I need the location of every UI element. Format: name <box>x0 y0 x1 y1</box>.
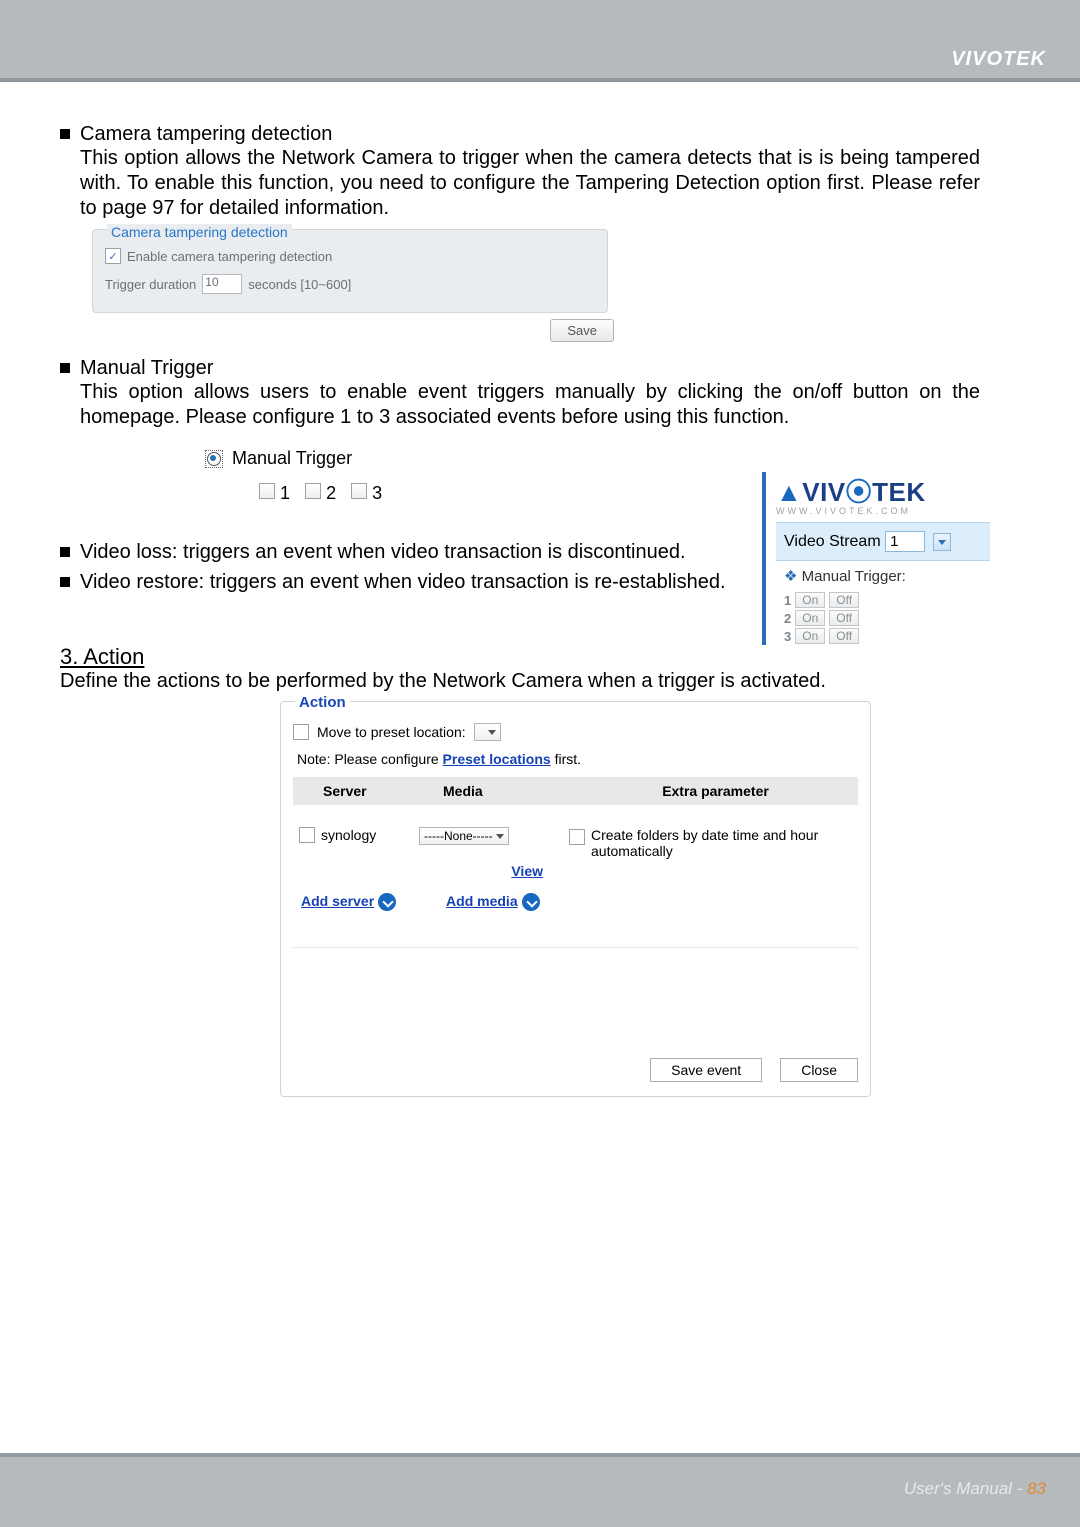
tampering-panel-title: Camera tampering detection <box>107 224 292 240</box>
manual-trigger-radio[interactable] <box>205 450 223 468</box>
trigger-duration-label: Trigger duration <box>105 277 196 292</box>
tampering-panel: Camera tampering detection ✓ Enable came… <box>92 229 608 313</box>
add-media-icon[interactable] <box>522 893 540 911</box>
chevron-down-icon <box>496 834 504 839</box>
action-table-header: Server Media Extra parameter <box>293 777 858 805</box>
mt-row-num: 2 <box>784 611 791 626</box>
add-server-icon[interactable] <box>378 893 396 911</box>
preset-locations-link[interactable]: Preset locations <box>443 751 551 767</box>
bullet-icon <box>60 577 70 587</box>
row-extra-checkbox[interactable] <box>569 829 585 845</box>
video-stream-select[interactable]: 1 <box>885 531 925 552</box>
action-description: Define the actions to be performed by th… <box>60 670 980 693</box>
mt1-off-button[interactable]: Off <box>829 592 859 608</box>
note-suffix: first. <box>551 751 581 767</box>
th-media: Media <box>443 777 573 805</box>
th-extra: Extra parameter <box>573 777 858 805</box>
chevron-down-icon[interactable] <box>933 533 951 551</box>
move-preset-checkbox[interactable] <box>293 724 309 740</box>
save-event-button[interactable]: Save event <box>650 1058 762 1082</box>
bullet-icon <box>60 547 70 557</box>
mt2-on-button[interactable]: On <box>795 610 825 626</box>
chevron-down-icon <box>488 730 496 735</box>
manual-trigger-section-label: ❖ Manual Trigger: <box>776 561 990 591</box>
vivotek-logo: ▲VIV⦿TEK <box>776 472 990 509</box>
bullet-icon <box>60 129 70 139</box>
section-title-tampering: Camera tampering detection <box>80 122 332 146</box>
mt-row-num: 1 <box>784 593 791 608</box>
video-loss-text: Video loss: triggers an event when video… <box>80 540 686 564</box>
mt-row-2: 2 On Off <box>776 609 990 627</box>
close-button[interactable]: Close <box>780 1058 858 1082</box>
row-media-value: -----None----- <box>424 829 493 843</box>
video-restore-text: Video restore: triggers an event when vi… <box>80 570 726 594</box>
enable-tampering-checkbox[interactable]: ✓ <box>105 248 121 264</box>
manual-trigger-radio-label: Manual Trigger <box>232 448 352 468</box>
preset-note: Note: Please configure Preset locations … <box>297 751 858 767</box>
row-extra-label: Create folders by date time and hour aut… <box>591 827 821 859</box>
vivotek-logo-sub: WWW.VIVOTEK.COM <box>776 506 990 516</box>
save-button[interactable]: Save <box>550 319 614 342</box>
table-row: synology -----None----- Create folders b… <box>293 827 858 859</box>
row-media-select[interactable]: -----None----- <box>419 827 509 845</box>
action-heading: 3. Action <box>60 644 980 670</box>
footer-text: User's Manual - 83 <box>904 1479 1046 1499</box>
bullet-icon <box>60 363 70 373</box>
sparkle-icon: ❖ <box>784 568 797 585</box>
mt1-on-button[interactable]: On <box>795 592 825 608</box>
video-stream-value: 1 <box>890 533 898 550</box>
action-table-body: synology -----None----- Create folders b… <box>293 805 858 948</box>
mt-row-num: 3 <box>784 629 791 644</box>
mt-row-3: 3 On Off <box>776 627 990 645</box>
move-preset-label: Move to preset location: <box>317 724 466 740</box>
video-stream-label: Video Stream <box>784 533 881 550</box>
row-server-name: synology <box>321 827 376 843</box>
row-server-checkbox[interactable] <box>299 827 315 843</box>
page-number: 83 <box>1027 1479 1046 1498</box>
view-link[interactable]: View <box>511 863 543 879</box>
trigger-duration-input[interactable]: 10 <box>202 274 242 294</box>
action-panel: Action Move to preset location: Note: Pl… <box>280 701 871 1097</box>
manual-check-2-label: 2 <box>326 483 336 503</box>
manual-check-2[interactable] <box>305 483 321 499</box>
header-band: VIVOTEK <box>0 0 1080 82</box>
homepage-widget: ▲VIV⦿TEK WWW.VIVOTEK.COM Video Stream 1 … <box>762 472 990 645</box>
mt3-on-button[interactable]: On <box>795 628 825 644</box>
note-prefix: Note: Please configure <box>297 751 443 767</box>
manual-description: This option allows users to enable event… <box>80 380 980 430</box>
tampering-description: This option allows the Network Camera to… <box>80 146 980 221</box>
manual-check-1[interactable] <box>259 483 275 499</box>
add-media-link[interactable]: Add media <box>446 893 518 909</box>
manual-check-3-label: 3 <box>372 483 382 503</box>
mt-row-1: 1 On Off <box>776 591 990 609</box>
trigger-duration-hint: seconds [10~600] <box>248 277 351 292</box>
action-panel-title: Action <box>295 694 350 711</box>
mt3-off-button[interactable]: Off <box>829 628 859 644</box>
manual-check-3[interactable] <box>351 483 367 499</box>
enable-tampering-label: Enable camera tampering detection <box>127 249 332 264</box>
th-server: Server <box>293 777 443 805</box>
video-stream-row: Video Stream 1 <box>776 522 990 561</box>
move-preset-select[interactable] <box>474 723 502 741</box>
manual-check-1-label: 1 <box>280 483 290 503</box>
mt-label: Manual Trigger: <box>802 568 906 585</box>
brand-label: VIVOTEK <box>951 48 1046 71</box>
add-server-link[interactable]: Add server <box>301 893 374 909</box>
section-title-manual: Manual Trigger <box>80 356 213 380</box>
footer-label: User's Manual - <box>904 1479 1027 1498</box>
mt2-off-button[interactable]: Off <box>829 610 859 626</box>
